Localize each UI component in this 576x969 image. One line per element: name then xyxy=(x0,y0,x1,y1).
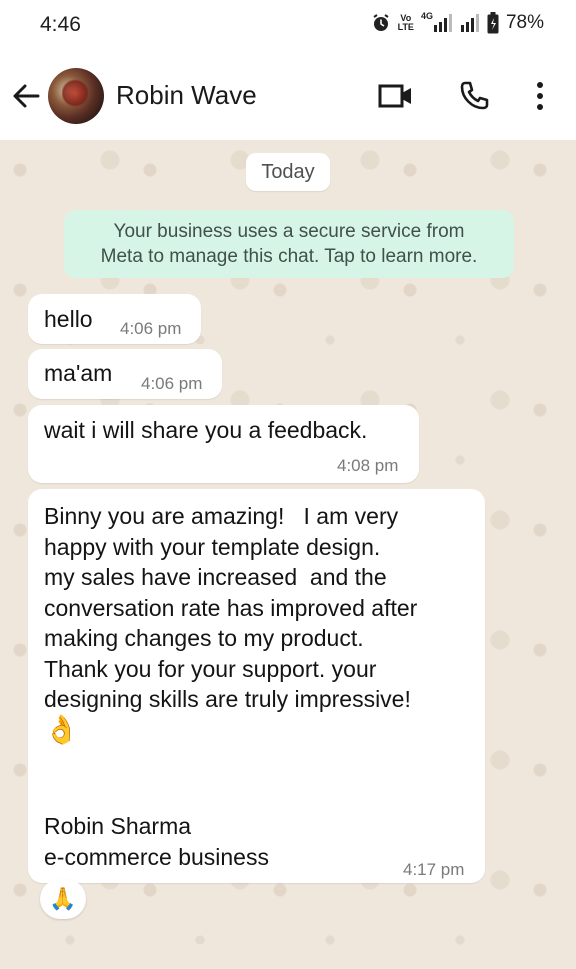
chat-header: Robin Wave xyxy=(0,52,576,140)
video-call-button[interactable] xyxy=(376,78,416,114)
message-bubble[interactable]: Binny you are amazing! I am very happy w… xyxy=(28,489,485,883)
network-type-label: 4G xyxy=(420,11,433,21)
status-time: 4:46 xyxy=(40,13,81,36)
message-signature: Robin Sharma e-commerce business xyxy=(44,813,269,870)
message-time: 4:08 pm xyxy=(337,456,399,475)
message-time: 4:17 pm xyxy=(403,860,465,879)
video-call-icon xyxy=(378,84,411,108)
back-button[interactable] xyxy=(10,80,42,112)
message-time: 4:06 pm xyxy=(120,319,182,338)
more-options-button[interactable] xyxy=(520,78,560,114)
date-chip: Today xyxy=(246,153,330,191)
business-info-message[interactable]: Your business uses a secure service from… xyxy=(64,210,514,278)
battery-icon xyxy=(487,12,499,34)
status-bar: 4:46 Vo LTE 4G 78% xyxy=(0,0,576,52)
message-text: Binny you are amazing! I am very happy w… xyxy=(44,503,418,712)
phone-icon xyxy=(460,81,489,110)
message-bubble[interactable]: hello 4:06 pm xyxy=(28,294,201,344)
message-text: wait i will share you a feedback. xyxy=(44,417,368,443)
battery-percent: 78% xyxy=(505,12,544,33)
alarm-icon xyxy=(371,13,391,33)
contact-avatar[interactable] xyxy=(48,68,104,124)
message-text: ma'am xyxy=(44,360,113,386)
chat-area[interactable]: Today Your business uses a secure servic… xyxy=(0,140,576,969)
signal-icon xyxy=(460,14,480,32)
message-bubble[interactable]: ma'am 4:06 pm xyxy=(28,349,222,399)
more-icon xyxy=(537,82,543,110)
status-icons: Vo LTE 4G 78% xyxy=(371,11,544,34)
business-info-text: Your business uses a secure service from… xyxy=(100,221,478,267)
signal-icon: 4G xyxy=(420,11,453,32)
message-time: 4:06 pm xyxy=(141,374,203,393)
message-bubble[interactable]: wait i will share you a feedback. 4:08 p… xyxy=(28,405,419,483)
message-text: hello xyxy=(44,306,93,332)
back-arrow-icon xyxy=(13,84,40,108)
contact-name[interactable]: Robin Wave xyxy=(116,80,257,111)
voice-call-button[interactable] xyxy=(454,78,494,114)
message-reaction[interactable]: 🙏 xyxy=(40,879,86,919)
ok-hand-emoji: 👌 xyxy=(44,714,79,745)
volte-icon: Vo LTE xyxy=(397,13,414,32)
